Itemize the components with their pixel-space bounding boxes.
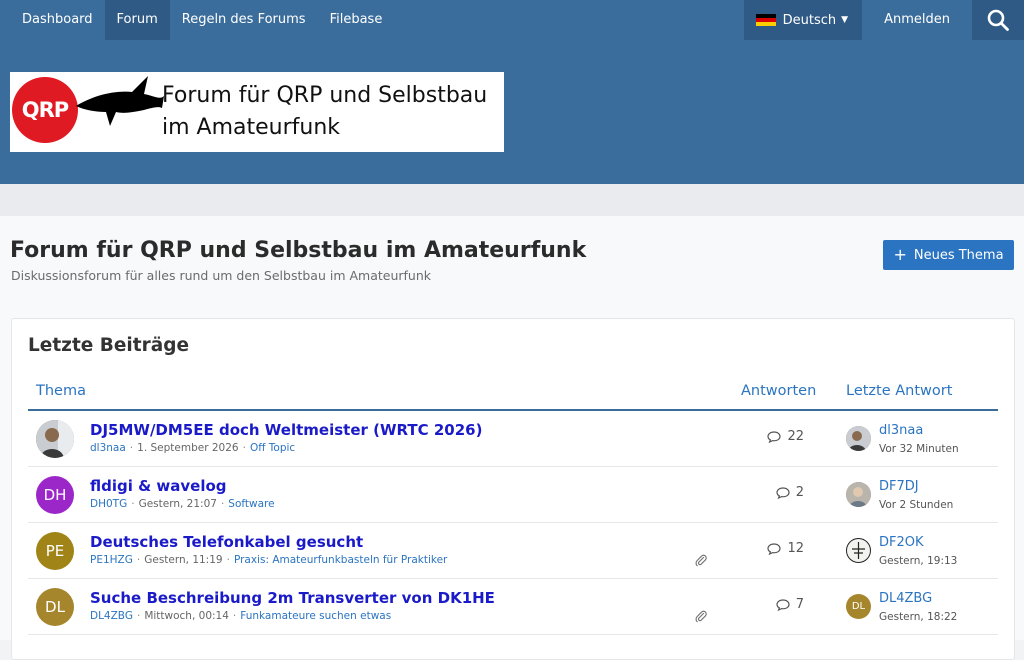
reply-count: 12 — [754, 541, 804, 556]
top-navigation: Dashboard Forum Regeln des Forums Fileba… — [0, 0, 1024, 40]
search-button[interactable] — [972, 0, 1024, 40]
page-header: QRP Forum für QRP und Selbstbau im Amate… — [0, 40, 1024, 184]
topic-link[interactable]: Deutsches Telefonkabel gesucht — [90, 533, 363, 551]
last-reply-time: Vor 2 Stunden — [879, 499, 954, 511]
last-reply-avatar[interactable]: DL — [846, 594, 871, 619]
avatar-initials: DH — [43, 486, 67, 504]
reply-count: 22 — [754, 429, 804, 444]
post-date: Mittwoch, 00:14 — [144, 610, 229, 622]
topic-link[interactable]: Suche Beschreibung 2m Transverter von DK… — [90, 589, 495, 607]
last-reply-user[interactable]: dl3naa — [879, 423, 923, 438]
category-link[interactable]: Funkamateure suchen etwas — [240, 610, 391, 622]
post-date: Gestern, 21:07 — [138, 498, 217, 510]
column-last-reply[interactable]: Letzte Antwort — [846, 383, 952, 399]
post-date: Gestern, 11:19 — [144, 554, 223, 566]
table-row: DL Suche Beschreibung 2m Transverter von… — [28, 579, 998, 635]
last-reply-avatar[interactable] — [846, 482, 871, 507]
reply-count-value: 12 — [787, 541, 804, 556]
comment-icon — [767, 430, 782, 443]
author-link[interactable]: DH0TG — [90, 498, 127, 510]
paperclip-icon — [695, 610, 707, 626]
recent-posts-box: Letzte Beiträge Thema Antworten Letzte A… — [11, 318, 1015, 660]
user-menu: Deutsch ▼ Anmelden — [743, 0, 1024, 40]
logo-line-1: Forum für QRP und Selbstbau — [162, 83, 488, 108]
user-photo-icon — [36, 420, 74, 458]
main-menu: Dashboard Forum Regeln des Forums Fileba… — [10, 0, 395, 40]
avatar-initials: PE — [45, 542, 65, 560]
last-reply-time: Gestern, 18:22 — [879, 611, 958, 623]
language-label: Deutsch — [782, 12, 837, 28]
avatar[interactable] — [36, 420, 74, 458]
new-topic-button[interactable]: + Neues Thema — [883, 240, 1014, 270]
breadcrumb-strip — [0, 184, 1024, 216]
nav-rules[interactable]: Regeln des Forums — [169, 0, 318, 40]
reply-count: 7 — [754, 597, 804, 612]
reply-count: 2 — [754, 485, 804, 500]
category-link[interactable]: Software — [228, 498, 274, 510]
category-link[interactable]: Off Topic — [250, 442, 295, 454]
last-reply-user[interactable]: DF2OK — [879, 535, 924, 550]
post-date: 1. September 2026 — [137, 442, 239, 454]
topic-meta: PE1HZG · Gestern, 11:19 · Praxis: Amateurfun… — [90, 554, 448, 566]
avatar-initials: DL — [45, 598, 65, 616]
topic-link[interactable]: DJ5MW/DM5EE doch Weltmeister (WRTC 2026) — [90, 421, 482, 439]
table-header: Thema Antworten Letzte Antwort — [28, 375, 998, 411]
author-link[interactable]: PE1HZG — [90, 554, 133, 566]
last-reply-avatar[interactable] — [846, 538, 871, 563]
table-row: DH fldigi & wavelog DH0TG · Gestern, 21:07… — [28, 467, 998, 523]
last-reply-time: Gestern, 19:13 — [879, 555, 958, 567]
category-link[interactable]: Praxis: Amateurfunkbasteln für Praktiker — [234, 554, 447, 566]
topic-list: DJ5MW/DM5EE doch Weltmeister (WRTC 2026)… — [28, 411, 998, 635]
german-flag-icon — [755, 13, 776, 27]
topic-meta: DL4ZBG · Mittwoch, 00:14 · Funkamateure such… — [90, 610, 392, 622]
caret-down-icon: ▼ — [841, 15, 849, 25]
plus-icon: + — [893, 245, 907, 264]
shark-icon — [76, 76, 164, 126]
nav-forum[interactable]: Forum — [104, 0, 170, 40]
comment-icon — [776, 598, 790, 611]
author-link[interactable]: dl3naa — [90, 442, 126, 454]
comment-icon — [767, 542, 782, 555]
reply-count-value: 2 — [795, 485, 804, 500]
search-icon — [987, 9, 1009, 31]
forum-logo[interactable]: QRP Forum für QRP und Selbstbau im Amate… — [10, 72, 504, 152]
table-row: PE Deutsches Telefonkabel gesucht PE1HZG… — [28, 523, 998, 579]
column-topic[interactable]: Thema — [36, 383, 86, 399]
topic-meta: dl3naa · 1. September 2026 · Off Topic — [90, 442, 296, 454]
last-reply-user[interactable]: DL4ZBG — [879, 591, 932, 606]
language-selector[interactable]: Deutsch ▼ — [743, 0, 863, 40]
login-link[interactable]: Anmelden — [862, 0, 972, 40]
qrp-badge: QRP — [12, 77, 78, 143]
reply-count-value: 7 — [795, 597, 804, 612]
last-avatar-initials: DL — [851, 601, 866, 612]
author-link[interactable]: DL4ZBG — [90, 610, 133, 622]
avatar[interactable]: PE — [36, 532, 74, 570]
logo-text: Forum für QRP und Selbstbau im Amateurfu… — [162, 80, 487, 144]
user-photo-icon — [846, 426, 871, 451]
reply-count-value: 22 — [787, 429, 804, 444]
last-reply-user[interactable]: DF7DJ — [879, 479, 919, 494]
page-subtitle: Diskussionsforum für alles rund um den S… — [11, 268, 432, 283]
antenna-symbol-icon — [852, 542, 865, 559]
last-reply-avatar[interactable] — [846, 426, 871, 451]
avatar[interactable]: DH — [36, 476, 74, 514]
topic-link[interactable]: fldigi & wavelog — [90, 477, 227, 495]
paperclip-icon — [695, 554, 707, 570]
recent-posts-title: Letzte Beiträge — [28, 335, 190, 356]
comment-icon — [776, 486, 790, 499]
topic-meta: DH0TG · Gestern, 21:07 · Software — [90, 498, 275, 510]
page-title: Forum für QRP und Selbstbau im Amateurfu… — [10, 238, 587, 263]
column-replies[interactable]: Antworten — [741, 383, 816, 399]
last-reply-time: Vor 32 Minuten — [879, 443, 959, 455]
nav-dashboard[interactable]: Dashboard — [10, 0, 105, 40]
logo-line-2: im Amateurfunk — [162, 115, 341, 140]
table-row: DJ5MW/DM5EE doch Weltmeister (WRTC 2026)… — [28, 411, 998, 467]
user-photo-icon — [846, 482, 871, 507]
avatar[interactable]: DL — [36, 588, 74, 626]
new-topic-label: Neues Thema — [913, 247, 1004, 263]
main-content: Forum für QRP und Selbstbau im Amateurfu… — [0, 216, 1024, 660]
nav-filebase[interactable]: Filebase — [317, 0, 395, 40]
